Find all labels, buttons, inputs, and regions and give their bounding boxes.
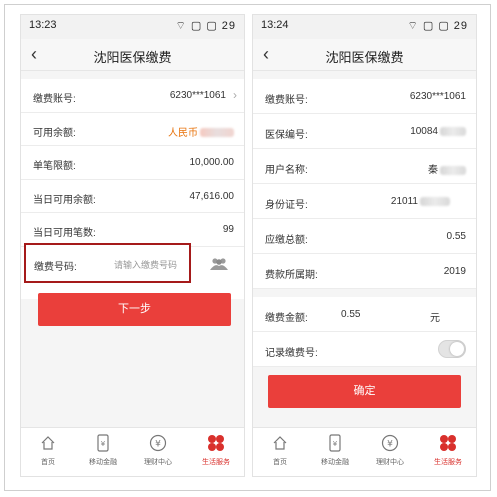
tab-label: 移动金融 [321,459,349,466]
status-time: 13:23 [29,19,57,31]
tab-label: 理财中心 [144,459,172,466]
confirm-button[interactable]: 确定 [268,375,461,408]
row-value: 秦 [428,165,438,176]
row-label: 可用余额: [33,127,76,139]
amount-input[interactable]: 0.55 [341,309,360,320]
svg-text:¥: ¥ [387,440,393,450]
row-total-due: 应缴总额: 0.55 [253,219,476,254]
tab-label: 生活服务 [202,459,230,466]
page-title: 沈阳医保缴费 [93,50,172,65]
row-daily-count: 当日可用笔数: 99 [21,213,244,247]
svg-text:¥: ¥ [333,440,338,448]
payment-options-list: 缴费金额: 0.55 元 记录缴费号: [253,297,476,367]
row-payment-account: 缴费账号: 6230***1061 [253,79,476,114]
tab-mobile-finance[interactable]: ¥ 移动金融 [78,432,128,467]
status-icons: ⌔ ▢ ▢ 29 [175,20,236,32]
record-number-toggle[interactable] [438,340,466,358]
status-bar: 13:23 ⌔ ▢ ▢ 29 [21,15,244,39]
row-label: 应缴总额: [265,235,308,246]
toggle-knob [450,342,464,356]
yen-coin-icon: ¥ [149,434,167,452]
tab-mobile-finance[interactable]: ¥ 移动金融 [310,432,360,467]
nav-bar: ‹ 沈阳医保缴费 [21,39,244,71]
payment-number-field[interactable]: 缴费号码: 请输入缴费号码 [24,243,191,283]
payment-number-label: 缴费号码: [34,262,77,273]
row-label: 缴费账号: [33,94,76,105]
row-id-number: 身份证号: 21011 [253,184,476,219]
tab-life-services[interactable]: 生活服务 [191,432,241,467]
balance-currency: 人民币 [168,127,198,139]
blurred-value [420,196,450,206]
row-single-limit: 单笔限额: 10,000.00 [21,146,244,180]
row-value: 6230***1061 [169,90,226,101]
row-label: 当日可用笔数: [33,228,96,239]
tab-home[interactable]: 首页 [23,432,73,467]
grid-services-icon [208,435,224,451]
amount-unit: 元 [430,313,440,324]
row-value: 99 [222,224,234,235]
blurred-value [440,165,466,175]
grid-services-icon [440,435,456,451]
row-value: 0.55 [446,231,466,242]
home-icon [273,436,287,450]
row-available-balance: 可用余额: 人民币 [21,113,244,146]
page-title: 沈阳医保缴费 [325,50,404,65]
row-daily-balance: 当日可用余额: 47,616.00 [21,180,244,213]
tab-wealth-center[interactable]: ¥ 理财中心 [133,432,183,467]
nav-bar: ‹ 沈阳医保缴费 [253,39,476,71]
row-value: 2019 [443,266,466,277]
row-payment-account[interactable]: 缴费账号: 6230***1061 › [21,79,244,113]
row-label: 身份证号: [265,200,308,211]
status-time: 13:24 [261,19,289,31]
row-value: 6230***1061 [409,91,466,102]
row-value: 21011 [390,196,418,207]
tab-label: 首页 [273,459,287,466]
row-label: 缴费账号: [265,95,308,106]
yen-coin-icon: ¥ [381,434,399,452]
row-value: 47,616.00 [189,190,235,202]
svg-text:¥: ¥ [155,440,161,450]
mobile-phone-icon: ¥ [97,434,109,452]
row-value: 10,000.00 [189,157,235,168]
tab-label: 首页 [41,459,55,466]
amount-label: 缴费金额: [265,313,308,324]
tab-bar: 首页 ¥ 移动金融 ¥ 理财中心 生活服务 [21,427,244,476]
tab-life-services[interactable]: 生活服务 [423,432,473,467]
row-record-number: 记录缴费号: [253,332,476,367]
blurred-value [440,126,466,136]
status-icons: ⌔ ▢ ▢ 29 [407,20,468,32]
svg-text:¥: ¥ [101,440,106,448]
record-label: 记录缴费号: [265,348,318,359]
status-bar: 13:24 ⌔ ▢ ▢ 29 [253,15,476,39]
next-step-button[interactable]: 下一步 [38,293,231,326]
row-value: 10084 [410,126,438,137]
row-user-name: 用户名称: 秦 [253,149,476,184]
tab-bar: 首页 ¥ 移动金融 ¥ 理财中心 生活服务 [253,427,476,476]
tab-label: 移动金融 [89,459,117,466]
home-icon [41,436,55,450]
row-insurance-number: 医保编号: 10084 [253,114,476,149]
mobile-phone-icon: ¥ [329,434,341,452]
payment-number-placeholder[interactable]: 请输入缴费号码 [114,258,177,271]
row-label: 单笔限额: [33,161,76,172]
tab-label: 理财中心 [376,459,404,466]
contacts-icon[interactable] [209,257,229,271]
tab-wealth-center[interactable]: ¥ 理财中心 [365,432,415,467]
row-billing-period: 费款所属期: 2019 [253,254,476,289]
tab-label: 生活服务 [434,459,462,466]
row-label: 费款所属期: [265,270,318,281]
row-payment-amount[interactable]: 缴费金额: 0.55 元 [253,297,476,332]
row-label: 当日可用余额: [33,194,96,206]
row-label: 用户名称: [265,165,308,176]
phone-screen-step2: 13:24 ⌔ ▢ ▢ 29 ‹ 沈阳医保缴费 缴费账号: 6230***106… [252,14,477,477]
row-label: 医保编号: [265,130,308,141]
tab-home[interactable]: 首页 [255,432,305,467]
payment-details-list: 缴费账号: 6230***1061 医保编号: 10084 用户名称: 秦 身份… [253,79,476,289]
blurred-balance [200,128,234,138]
chevron-right-icon: › [233,88,237,102]
phone-screen-step1: 13:23 ⌔ ▢ ▢ 29 ‹ 沈阳医保缴费 缴费账号: 6230***106… [20,14,245,477]
